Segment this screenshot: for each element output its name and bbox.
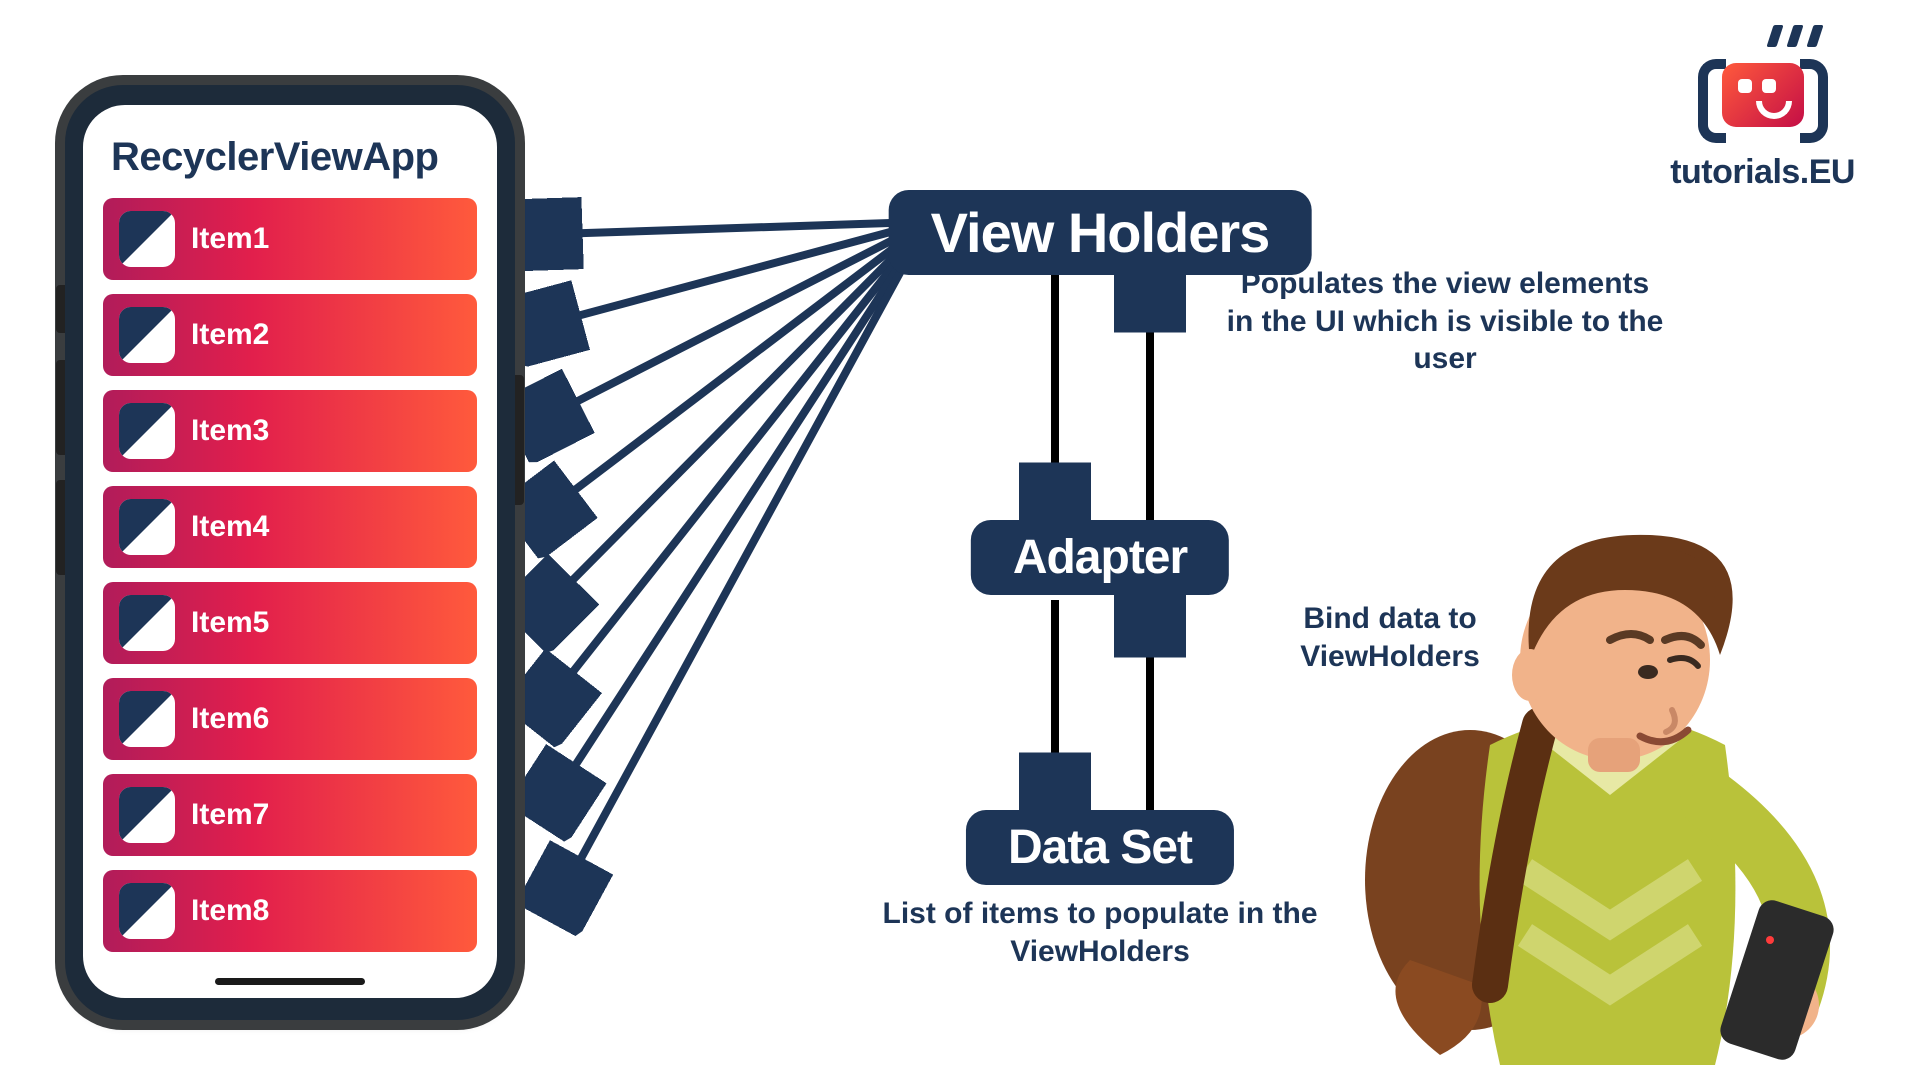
item-label: Item7 — [191, 798, 269, 832]
item-label: Item1 — [191, 222, 269, 256]
item-icon — [119, 211, 175, 267]
list-item: Item6 — [103, 678, 477, 760]
logo-mark — [1698, 35, 1828, 145]
item-label: Item2 — [191, 318, 269, 352]
node-view-holders: View Holders — [889, 190, 1312, 275]
list-item: Item7 — [103, 774, 477, 856]
recycler-list: Item1 Item2 Item3 Item4 Item5 Item6 — [103, 198, 477, 952]
phone-volume-button — [56, 480, 65, 575]
list-item: Item4 — [103, 486, 477, 568]
home-indicator — [215, 978, 365, 985]
item-label: Item6 — [191, 702, 269, 736]
item-label: Item4 — [191, 510, 269, 544]
phone-power-button — [515, 375, 524, 505]
phone-mockup: RecyclerViewApp Item1 Item2 Item3 Item4 … — [65, 85, 515, 1020]
app-title: RecyclerViewApp — [111, 135, 477, 180]
list-item: Item2 — [103, 294, 477, 376]
phone-volume-button — [56, 285, 65, 333]
caption-view-holders: Populates the view elements in the UI wh… — [1225, 265, 1665, 378]
brand-logo: tutorials.EU — [1670, 35, 1855, 192]
item-icon — [119, 787, 175, 843]
item-label: Item8 — [191, 894, 269, 928]
item-icon — [119, 883, 175, 939]
list-item: Item8 — [103, 870, 477, 952]
item-icon — [119, 499, 175, 555]
node-data-set: Data Set — [966, 810, 1234, 885]
item-label: Item5 — [191, 606, 269, 640]
list-item: Item5 — [103, 582, 477, 664]
caption-data-set: List of items to populate in the ViewHol… — [840, 895, 1360, 970]
list-item: Item1 — [103, 198, 477, 280]
item-icon — [119, 403, 175, 459]
mascot-illustration — [1340, 510, 1860, 1090]
phone-volume-button — [56, 360, 65, 455]
item-icon — [119, 307, 175, 363]
list-item: Item3 — [103, 390, 477, 472]
item-icon — [119, 595, 175, 651]
brand-name: tutorials.EU — [1670, 153, 1855, 192]
phone-screen: RecyclerViewApp Item1 Item2 Item3 Item4 … — [83, 105, 497, 998]
item-icon — [119, 691, 175, 747]
item-label: Item3 — [191, 414, 269, 448]
node-adapter: Adapter — [971, 520, 1229, 595]
